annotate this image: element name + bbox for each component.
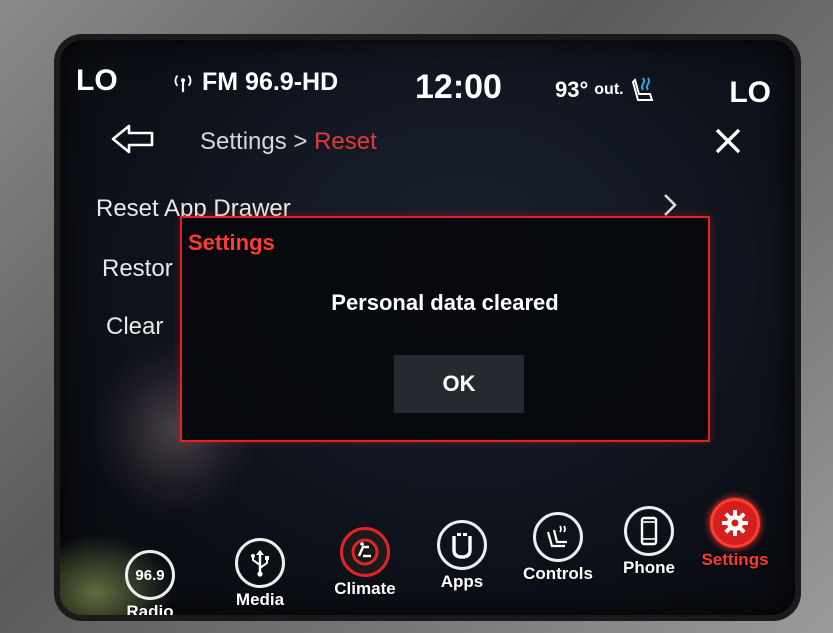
nav-item-media[interactable]: Media <box>215 538 305 610</box>
radio-icon-text: 96.9 <box>135 566 165 584</box>
radio-icon: 96.9 <box>125 550 175 600</box>
back-arrow-icon[interactable] <box>110 122 156 156</box>
nav-item-controls[interactable]: Controls <box>513 512 603 584</box>
gear-icon <box>710 498 760 548</box>
nav-label-settings: Settings <box>701 550 769 569</box>
outside-temp-value: 93° <box>555 77 589 102</box>
nav-label-controls: Controls <box>523 564 593 583</box>
nav-label-climate: Climate <box>334 579 396 598</box>
phone-icon <box>624 506 674 556</box>
usb-icon <box>235 538 285 588</box>
controls-icon <box>533 512 583 562</box>
radio-station-label: FM 96.9-HD <box>202 68 339 96</box>
breadcrumb-parent[interactable]: Settings > <box>200 128 307 155</box>
nav-item-climate[interactable]: Climate <box>320 527 410 599</box>
nav-label-apps: Apps <box>440 572 484 591</box>
dialog-title: Settings <box>188 230 275 255</box>
nav-item-settings[interactable]: Settings <box>690 498 780 570</box>
nav-label-media: Media <box>235 590 285 609</box>
infotainment-screen: LO FM 96.9-HD 12:00 93° out. LO Settings … <box>60 40 795 615</box>
menu-item-clear[interactable]: Clear <box>106 313 163 341</box>
antenna-icon <box>174 74 192 92</box>
nav-label-phone: Phone <box>623 558 675 577</box>
nav-item-phone[interactable]: Phone <box>604 506 694 578</box>
nav-item-radio[interactable]: 96.9 Radio <box>105 550 195 615</box>
breadcrumb-current: Reset <box>314 128 377 155</box>
nav-item-apps[interactable]: Apps <box>417 520 507 592</box>
close-icon[interactable] <box>711 124 745 158</box>
dialog-message: Personal data cleared <box>331 290 559 315</box>
passenger-temp-setting[interactable]: LO <box>729 76 771 110</box>
bottom-nav-bar: 96.9 Radio Media Climate Apps Controls P… <box>60 498 795 615</box>
apps-icon <box>437 520 487 570</box>
heated-seat-icon[interactable] <box>630 76 656 104</box>
menu-item-restore[interactable]: Restor <box>102 255 173 283</box>
outside-temp-unit: out. <box>594 81 624 98</box>
clock: 12:00 <box>415 68 502 106</box>
nav-label-radio: Radio <box>126 602 174 615</box>
ok-button[interactable]: OK <box>394 355 524 413</box>
breadcrumb: Settings > Reset <box>200 128 377 156</box>
outside-temperature: 93° out. <box>555 76 656 104</box>
radio-status[interactable]: FM 96.9-HD <box>172 68 338 97</box>
climate-icon <box>340 527 390 577</box>
confirmation-dialog: Settings Personal data cleared OK <box>180 216 710 442</box>
driver-temp-setting[interactable]: LO <box>76 64 118 98</box>
chevron-right-icon <box>664 194 677 216</box>
